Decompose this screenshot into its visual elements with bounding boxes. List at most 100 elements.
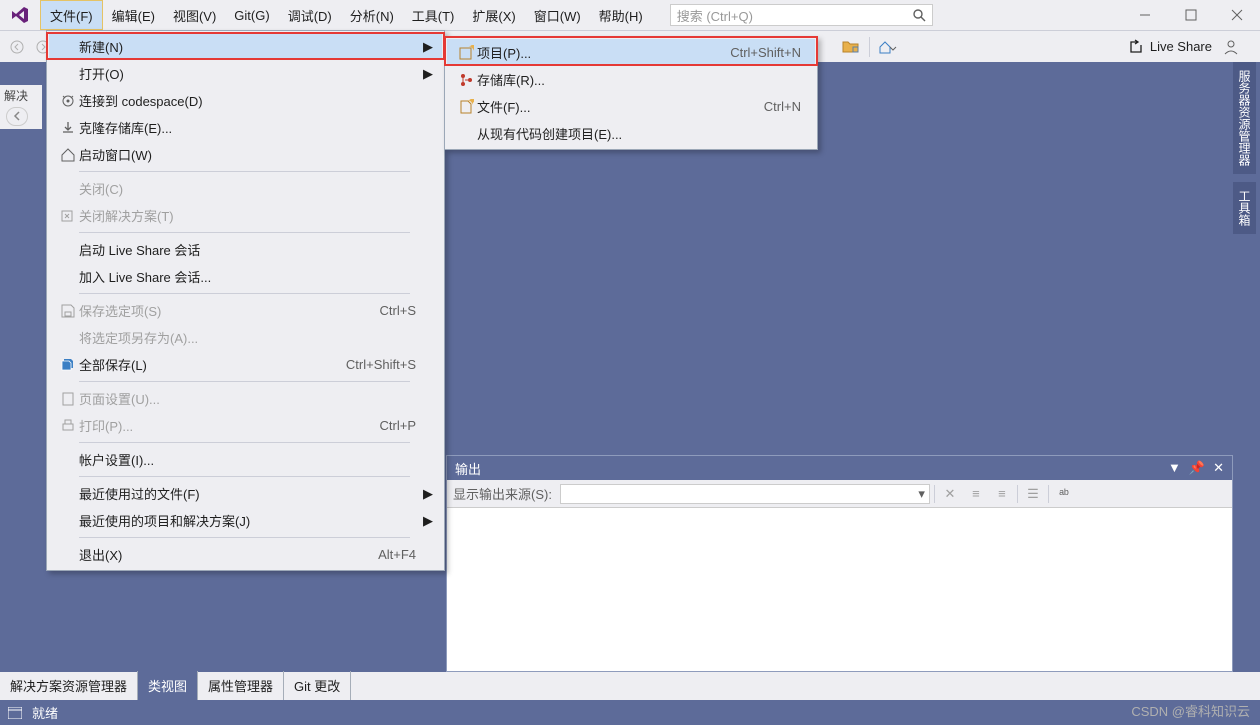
search-input[interactable]: 搜索 (Ctrl+Q) — [670, 4, 933, 26]
window-controls — [1122, 0, 1260, 30]
menu-item-icon — [57, 147, 79, 163]
menu-item-icon — [57, 418, 79, 434]
nav-back-icon[interactable] — [6, 107, 28, 126]
menu-item-icon — [57, 120, 79, 136]
menu-item-label: 页面设置(U)... — [79, 389, 416, 408]
menu-extensions[interactable]: 扩展(X) — [463, 0, 524, 30]
menu-item-label: 连接到 codespace(D) — [79, 91, 416, 110]
submenu-arrow-icon: ▶ — [422, 486, 434, 502]
menu-item-icon — [455, 72, 477, 88]
submenu-arrow-icon: ▶ — [422, 66, 434, 82]
menu-view[interactable]: 视图(V) — [164, 0, 225, 30]
account-icon[interactable] — [1220, 36, 1242, 58]
wrap-icon[interactable]: ☰ — [1022, 483, 1044, 505]
status-text: 就绪 — [32, 703, 58, 722]
title-bar: 文件(F) 编辑(E) 视图(V) Git(G) 调试(D) 分析(N) 工具(… — [0, 0, 1260, 30]
new-submenu-item-0[interactable]: ✦项目(P)...Ctrl+Shift+N — [447, 39, 815, 66]
menu-item-label: 存储库(R)... — [477, 70, 801, 89]
file-menu-item-21[interactable]: 最近使用过的文件(F)▶ — [49, 480, 442, 507]
menu-help[interactable]: 帮助(H) — [590, 0, 652, 30]
submenu-arrow-icon: ▶ — [422, 39, 434, 55]
separator — [1017, 485, 1018, 503]
menu-item-label: 新建(N) — [79, 37, 416, 56]
menu-item-label: 保存选定项(S) — [79, 301, 380, 320]
liveshare-button[interactable]: Live Share — [1128, 39, 1212, 55]
menu-separator — [79, 293, 410, 294]
svg-text:✦: ✦ — [467, 99, 474, 108]
close-button[interactable] — [1214, 0, 1260, 30]
toggle-icon[interactable]: ᵃᵇ — [1053, 483, 1075, 505]
menu-item-shortcut: Ctrl+P — [380, 418, 422, 433]
file-menu-item-1[interactable]: 打开(O)▶ — [49, 60, 442, 87]
share-icon — [1128, 39, 1144, 55]
file-menu-item-24[interactable]: 退出(X)Alt+F4 — [49, 541, 442, 568]
menu-item-label: 启动窗口(W) — [79, 145, 416, 164]
server-explorer-tab[interactable]: 服务器资源管理器 — [1233, 62, 1256, 174]
new-submenu-item-1[interactable]: 存储库(R)... — [447, 66, 815, 93]
menu-file[interactable]: 文件(F) — [40, 0, 103, 30]
tab-property-manager[interactable]: 属性管理器 — [198, 671, 284, 700]
menu-edit[interactable]: 编辑(E) — [103, 0, 164, 30]
search-icon — [912, 8, 926, 22]
menu-item-icon — [57, 208, 79, 224]
separator — [934, 485, 935, 503]
indent-right-icon[interactable]: ≡ — [991, 483, 1013, 505]
minimize-button[interactable] — [1122, 0, 1168, 30]
indent-left-icon[interactable]: ≡ — [965, 483, 987, 505]
search-placeholder: 搜索 (Ctrl+Q) — [677, 6, 753, 25]
menu-item-icon — [57, 303, 79, 319]
file-menu-item-14[interactable]: 全部保存(L)Ctrl+Shift+S — [49, 351, 442, 378]
dropdown-icon[interactable]: ▼ — [1168, 460, 1181, 476]
file-menu-item-19[interactable]: 帐户设置(I)... — [49, 446, 442, 473]
menu-separator — [79, 171, 410, 172]
output-source-label: 显示输出来源(S): — [453, 484, 552, 503]
menu-debug[interactable]: 调试(D) — [279, 0, 341, 30]
tab-git-changes[interactable]: Git 更改 — [284, 671, 351, 700]
file-menu-item-3[interactable]: 克隆存储库(E)... — [49, 114, 442, 141]
svg-text:✦: ✦ — [468, 45, 474, 54]
pin-icon[interactable]: 📌 — [1189, 460, 1205, 476]
file-menu-item-22[interactable]: 最近使用的项目和解决方案(J)▶ — [49, 507, 442, 534]
menu-item-label: 全部保存(L) — [79, 355, 346, 374]
menu-analyze[interactable]: 分析(N) — [341, 0, 403, 30]
maximize-button[interactable] — [1168, 0, 1214, 30]
tab-class-view[interactable]: 类视图 — [138, 671, 198, 700]
solution-explorer-tab[interactable]: 解决 — [0, 85, 42, 104]
close-icon[interactable]: ✕ — [1213, 460, 1224, 476]
file-menu-item-10[interactable]: 加入 Live Share 会话... — [49, 263, 442, 290]
file-menu-item-0[interactable]: 新建(N) ▶ — [49, 33, 442, 60]
file-menu-item-12: 保存选定项(S)Ctrl+S — [49, 297, 442, 324]
main-menu: 文件(F) 编辑(E) 视图(V) Git(G) 调试(D) 分析(N) 工具(… — [40, 0, 652, 30]
right-dock: 服务器资源管理器 工具箱 — [1233, 62, 1256, 234]
menu-window[interactable]: 窗口(W) — [525, 0, 590, 30]
tab-solution-explorer[interactable]: 解决方案资源管理器 — [0, 671, 138, 700]
file-menu-dropdown: 新建(N)▶打开(O)▶连接到 codespace(D)克隆存储库(E)...启… — [46, 30, 445, 571]
output-title: 输出 — [455, 459, 481, 478]
menu-git[interactable]: Git(G) — [225, 0, 278, 30]
new-submenu-item-3[interactable]: 从现有代码创建项目(E)... — [447, 120, 815, 147]
file-menu-item-4[interactable]: 启动窗口(W) — [49, 141, 442, 168]
folder-icon[interactable] — [840, 36, 862, 58]
menu-tools[interactable]: 工具(T) — [403, 0, 464, 30]
menu-item-label: 关闭(C) — [79, 179, 416, 198]
output-panel: 输出 ▼ 📌 ✕ 显示输出来源(S): ✕ ≡ ≡ ☰ ᵃᵇ — [446, 455, 1233, 672]
menu-item-label: 最近使用的项目和解决方案(J) — [79, 511, 416, 530]
back-icon[interactable] — [6, 36, 28, 58]
file-menu-item-2[interactable]: 连接到 codespace(D) — [49, 87, 442, 114]
toolbox-tab[interactable]: 工具箱 — [1233, 182, 1256, 234]
menu-item-icon — [57, 357, 79, 373]
menu-item-label: 加入 Live Share 会话... — [79, 267, 416, 286]
menu-item-label: 文件(F)... — [477, 97, 764, 116]
separator — [869, 37, 870, 57]
new-submenu-item-2[interactable]: ✦文件(F)...Ctrl+N — [447, 93, 815, 120]
clear-icon[interactable]: ✕ — [939, 483, 961, 505]
menu-item-label: 启动 Live Share 会话 — [79, 240, 416, 259]
output-source-combo[interactable] — [560, 484, 930, 504]
separator — [1048, 485, 1049, 503]
home-dropdown-icon[interactable] — [877, 36, 899, 58]
menu-item-icon — [57, 93, 79, 109]
file-menu-item-9[interactable]: 启动 Live Share 会话 — [49, 236, 442, 263]
menu-separator — [79, 537, 410, 538]
menu-item-icon — [57, 391, 79, 407]
window-icon — [8, 707, 22, 719]
